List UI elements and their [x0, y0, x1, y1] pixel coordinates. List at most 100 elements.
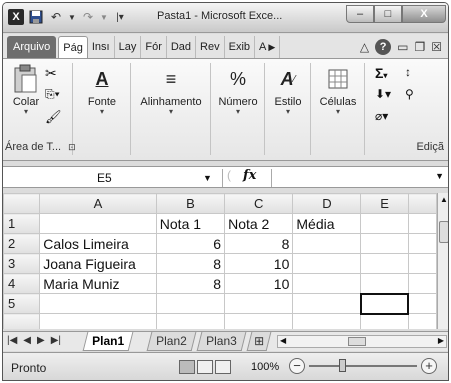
minimize-ribbon-icon[interactable]: △: [360, 40, 369, 54]
fill-icon[interactable]: ⬇▾: [375, 87, 391, 101]
cell[interactable]: [407, 313, 437, 329]
zoom-level[interactable]: 100%: [251, 361, 279, 373]
customize-toolbar-icon[interactable]: |▾: [112, 9, 128, 25]
cells-button[interactable]: Células ▾: [315, 65, 361, 116]
zoom-in-button[interactable]: +: [421, 358, 437, 374]
cell[interactable]: [39, 293, 157, 314]
cell[interactable]: Nota 2: [224, 213, 294, 234]
vertical-scroll-thumb[interactable]: [439, 221, 448, 243]
vertical-scrollbar[interactable]: ▲: [437, 193, 448, 329]
column-header-e[interactable]: E: [360, 193, 409, 214]
formula-input[interactable]: [275, 170, 435, 186]
cut-icon[interactable]: ✂: [45, 65, 57, 82]
redo-dropdown-icon[interactable]: ▼: [100, 9, 108, 25]
last-sheet-icon[interactable]: ▶|: [51, 335, 61, 346]
tab-home[interactable]: Pág: [58, 36, 88, 58]
row-header[interactable]: 3: [3, 253, 41, 274]
cell[interactable]: 8: [155, 253, 226, 274]
cell[interactable]: Calos Limeira: [39, 233, 157, 254]
cell[interactable]: [407, 253, 437, 274]
cell[interactable]: [224, 293, 294, 314]
row-header[interactable]: [3, 313, 41, 329]
prev-sheet-icon[interactable]: ◀: [23, 335, 31, 346]
cell[interactable]: [407, 213, 437, 234]
cell[interactable]: [292, 293, 362, 314]
cell[interactable]: [360, 273, 409, 294]
name-box[interactable]: E5 ▼: [7, 169, 223, 187]
scroll-right-icon[interactable]: ▶: [438, 336, 444, 345]
format-painter-icon[interactable]: 🖌: [45, 109, 62, 125]
sheet-tab-plan1[interactable]: Plan1: [82, 332, 134, 351]
page-break-view-icon[interactable]: [215, 360, 231, 374]
cell[interactable]: [155, 293, 226, 314]
tab-file[interactable]: Arquivo: [7, 36, 57, 58]
normal-view-icon[interactable]: [179, 360, 195, 374]
zoom-out-button[interactable]: −: [289, 358, 305, 374]
close-button[interactable]: X: [402, 5, 446, 23]
sort-filter-icon[interactable]: ↕: [405, 65, 411, 79]
tab-data[interactable]: Dad: [167, 36, 197, 58]
worksheet-grid[interactable]: A B C D E 1 Nota 1 Nota 2 Média 2 Calos …: [3, 193, 437, 329]
column-header-a[interactable]: A: [39, 193, 157, 214]
tab-insert[interactable]: Insı: [88, 36, 115, 58]
help-icon[interactable]: ?: [375, 39, 392, 55]
cell[interactable]: [292, 233, 362, 254]
paste-button[interactable]: Colar ▾: [9, 64, 43, 116]
minimize-button[interactable]: –: [346, 5, 374, 23]
cell[interactable]: [39, 313, 157, 329]
name-box-dropdown-icon[interactable]: ▼: [203, 173, 212, 183]
row-header[interactable]: 1: [3, 213, 41, 234]
cell[interactable]: [360, 253, 409, 274]
cell[interactable]: [292, 253, 362, 274]
tab-view[interactable]: Exib: [225, 36, 256, 58]
cell[interactable]: 10: [224, 253, 294, 274]
column-header-d[interactable]: D: [292, 193, 362, 214]
page-layout-view-icon[interactable]: [197, 360, 213, 374]
workbook-minimize-icon[interactable]: ▭: [397, 40, 408, 54]
scroll-up-icon[interactable]: ▲: [440, 195, 448, 204]
horizontal-scrollbar[interactable]: ◀ ▶: [277, 335, 447, 348]
row-header[interactable]: 4: [3, 273, 41, 294]
tab-review[interactable]: Rev: [196, 36, 225, 58]
alignment-button[interactable]: ≡ Alinhamento ▾: [135, 65, 207, 116]
cell[interactable]: [39, 213, 157, 234]
undo-dropdown-icon[interactable]: ▼: [68, 9, 76, 25]
maximize-button[interactable]: □: [374, 5, 402, 23]
cell[interactable]: [292, 273, 362, 294]
save-icon[interactable]: [28, 9, 44, 25]
cell[interactable]: [224, 313, 294, 329]
clear-icon[interactable]: ⌀▾: [375, 109, 388, 123]
formula-cancel-icon[interactable]: (: [227, 168, 231, 182]
cell[interactable]: [407, 273, 437, 294]
cell[interactable]: 8: [224, 233, 294, 254]
cell[interactable]: Média: [292, 213, 362, 234]
row-header[interactable]: 5: [3, 293, 41, 314]
cell[interactable]: [155, 313, 226, 329]
cell[interactable]: [360, 213, 409, 234]
cell[interactable]: 6: [155, 233, 226, 254]
expand-formula-bar-icon[interactable]: ▼: [435, 171, 444, 181]
number-button[interactable]: % Número ▾: [215, 65, 261, 116]
first-sheet-icon[interactable]: |◀: [7, 335, 17, 346]
tab-scroll-right-icon[interactable]: ▶: [268, 42, 275, 53]
tab-formulas[interactable]: Fór: [141, 36, 167, 58]
cell[interactable]: [360, 313, 409, 329]
cell[interactable]: Maria Muniz: [39, 273, 157, 294]
zoom-slider-thumb[interactable]: [339, 359, 346, 372]
row-header[interactable]: 2: [3, 233, 41, 254]
zoom-slider-track[interactable]: [309, 365, 417, 367]
horizontal-scroll-thumb[interactable]: [348, 337, 366, 346]
cell[interactable]: 10: [224, 273, 294, 294]
tab-addins[interactable]: A ▶: [255, 36, 281, 58]
cell[interactable]: [407, 233, 437, 254]
autosum-icon[interactable]: Σ▾: [375, 65, 387, 81]
sheet-tab-plan3[interactable]: Plan3: [196, 332, 247, 351]
sheet-tab-plan2[interactable]: Plan2: [146, 332, 197, 351]
find-select-icon[interactable]: ⚲: [405, 87, 414, 101]
cell[interactable]: [360, 233, 409, 254]
cell[interactable]: [407, 293, 437, 314]
copy-icon[interactable]: ⎘▾: [45, 87, 60, 102]
undo-icon[interactable]: ↶: [48, 9, 64, 25]
scroll-left-icon[interactable]: ◀: [280, 336, 286, 345]
tab-page-layout[interactable]: Lay: [115, 36, 142, 58]
